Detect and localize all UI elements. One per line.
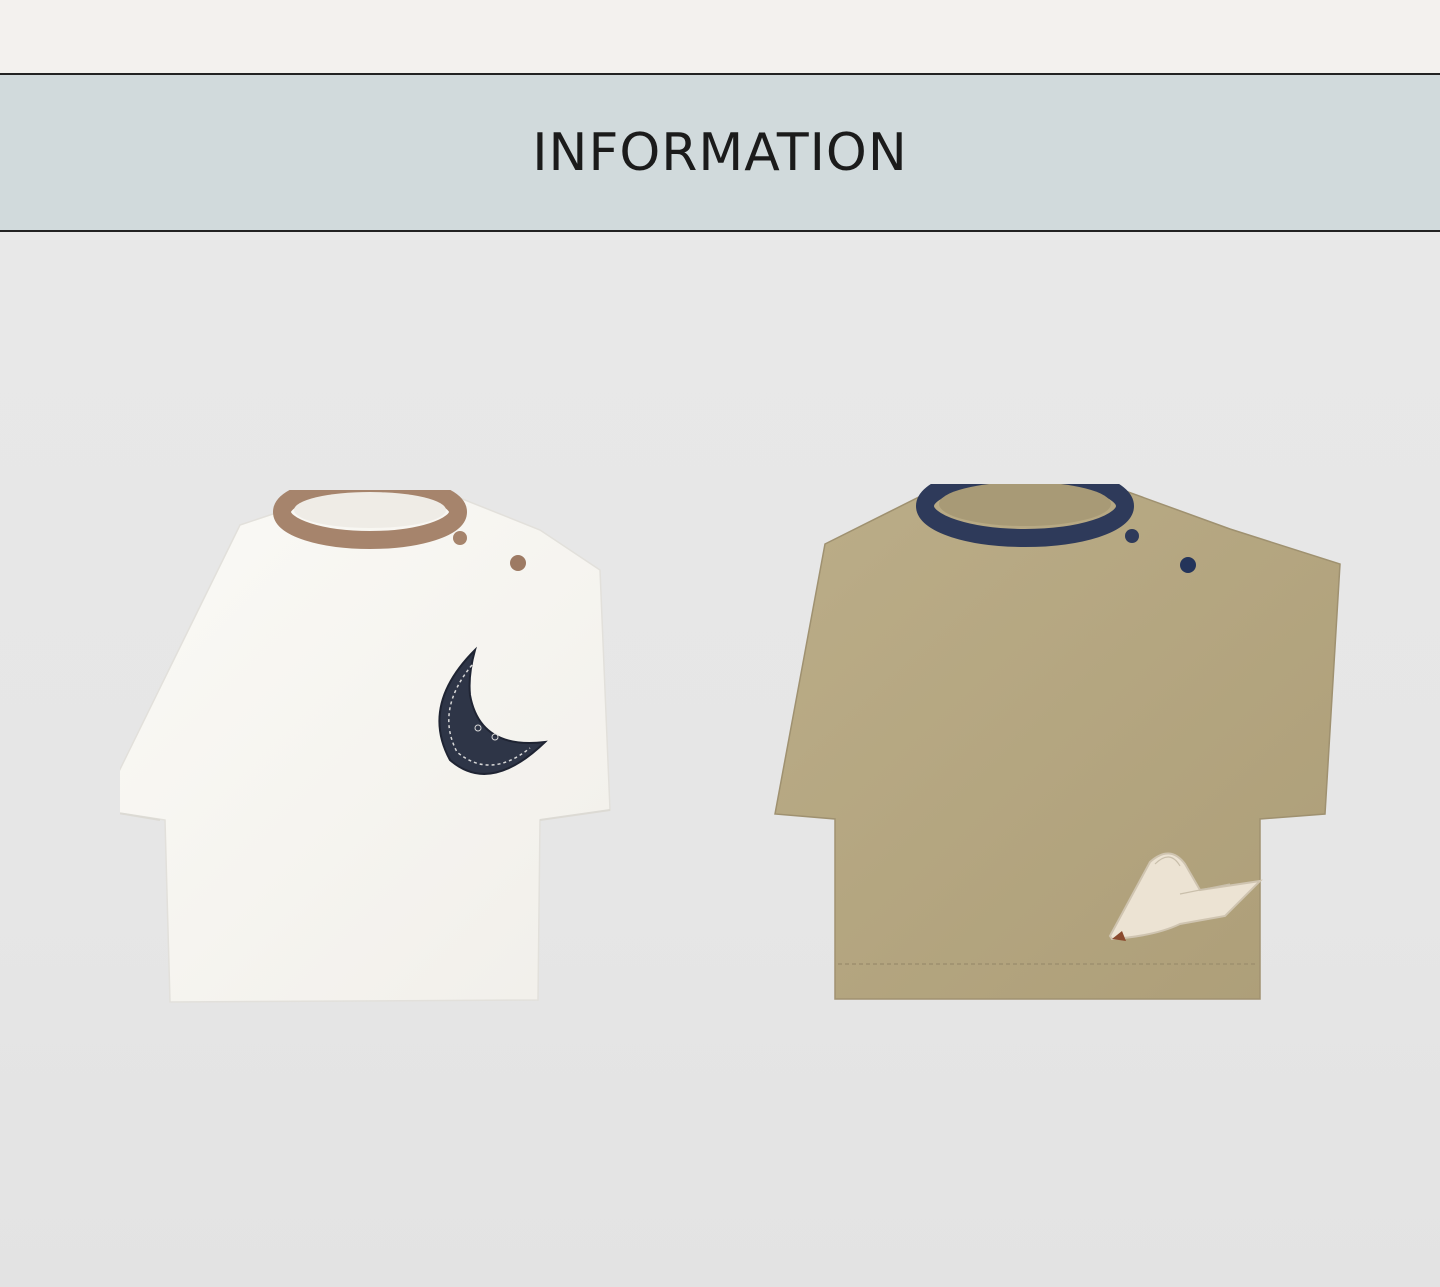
top-strip <box>0 0 1440 75</box>
information-banner: INFORMATION <box>0 75 1440 232</box>
snap-button <box>1180 557 1196 573</box>
snap-button <box>510 555 526 571</box>
snap-button <box>1125 529 1139 543</box>
white-tee-graphic <box>120 490 611 1003</box>
section-title: INFORMATION <box>532 122 908 183</box>
tee-body <box>774 488 1341 1000</box>
product-info-page: INFORMATION <box>0 0 1440 1287</box>
product-photo <box>0 232 1440 1287</box>
white-tee-image <box>120 490 620 1010</box>
khaki-tee-image <box>760 484 1360 1004</box>
snap-button <box>453 531 467 545</box>
khaki-tee-graphic <box>774 484 1341 1000</box>
